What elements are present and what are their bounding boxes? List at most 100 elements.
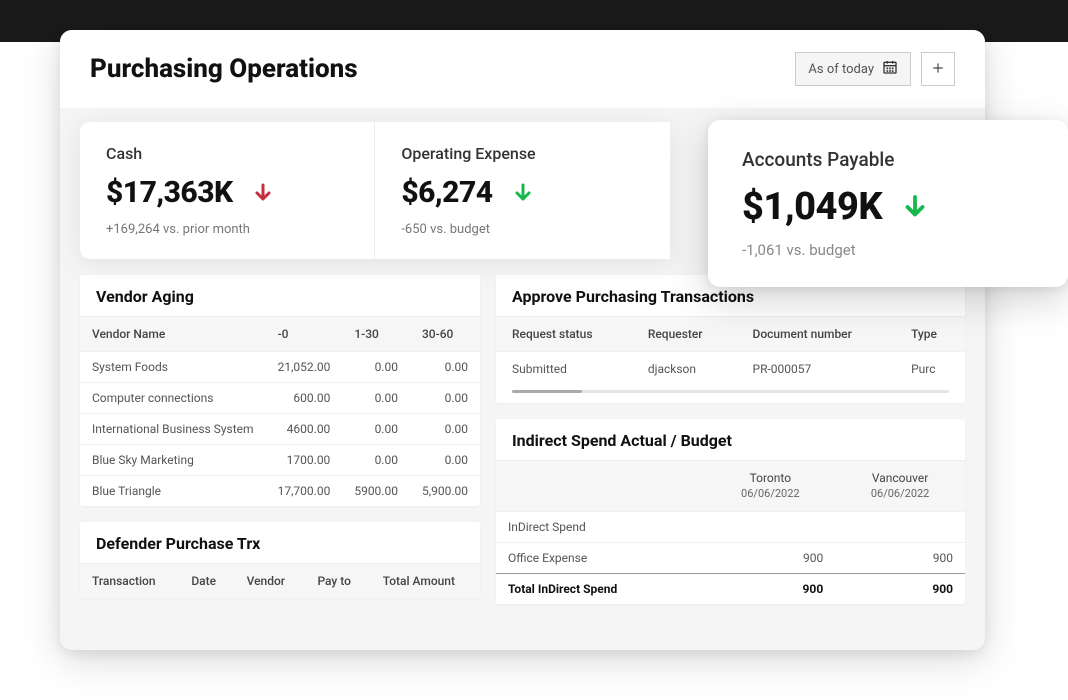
kpi-val-row: $17,363K <box>106 175 348 210</box>
cell: 1700.00 <box>266 445 343 476</box>
cell: 0.00 <box>342 445 410 476</box>
table-row[interactable]: Office Expense 900 900 <box>496 542 965 573</box>
col-header[interactable]: Date <box>179 564 234 598</box>
kpi-card-opex[interactable]: Operating Expense $6,274 -650 vs. budget <box>375 122 670 259</box>
category-label: InDirect Spend <box>496 511 705 542</box>
approve-table: Request status Requester Document number… <box>496 317 965 386</box>
cell <box>705 511 835 542</box>
col-header[interactable]: Requester <box>632 317 737 352</box>
defender-table: Transaction Date Vendor Pay to Total Amo… <box>80 564 480 598</box>
col-header[interactable]: Request status <box>496 317 632 352</box>
cell: Blue Triangle <box>80 476 266 507</box>
cell: Purc <box>895 352 965 387</box>
arrow-down-icon <box>511 181 535 205</box>
as-of-badge[interactable]: As of today <box>795 52 911 86</box>
table-header-row: Vendor Name -0 1-30 30-60 <box>80 317 480 352</box>
cell: 0.00 <box>410 352 480 383</box>
col-header[interactable]: Document number <box>737 317 896 352</box>
loc-label: Toronto <box>750 471 792 485</box>
scrollbar-thumb[interactable] <box>512 390 582 393</box>
cell: PR-000057 <box>737 352 896 387</box>
cell: 900 <box>705 542 835 573</box>
col-header[interactable]: Type <box>895 317 965 352</box>
cell: 0.00 <box>410 445 480 476</box>
cell: 0.00 <box>342 352 410 383</box>
kpi-value: $17,363K <box>106 175 233 210</box>
kpi-delta: -1,061 vs. budget <box>742 241 1034 259</box>
horizontal-scrollbar[interactable] <box>512 390 949 393</box>
cell: 4600.00 <box>266 414 343 445</box>
total-label: Total InDirect Spend <box>496 573 705 604</box>
arrow-down-icon <box>251 181 275 205</box>
col-header[interactable]: -0 <box>266 317 343 352</box>
arrow-down-icon <box>900 192 930 222</box>
cell: 5,900.00 <box>410 476 480 507</box>
col-header[interactable]: Vendor Name <box>80 317 266 352</box>
total-row: Total InDirect Spend 900 900 <box>496 573 965 604</box>
cell: International Business System <box>80 414 266 445</box>
panel-spend: Indirect Spend Actual / Budget Toronto 0… <box>496 419 965 604</box>
col-header[interactable]: Total Amount <box>371 564 480 598</box>
col-header <box>496 461 705 511</box>
panel-title: Vendor Aging <box>80 275 480 317</box>
as-of-label: As of today <box>808 62 874 77</box>
panel-title: Defender Purchase Trx <box>80 522 480 564</box>
page-title: Purchasing Operations <box>90 54 358 84</box>
table-row[interactable]: Computer connections600.000.000.00 <box>80 383 480 414</box>
cell: djackson <box>632 352 737 387</box>
cell <box>835 511 965 542</box>
cell: 0.00 <box>410 414 480 445</box>
cell: 21,052.00 <box>266 352 343 383</box>
cell: System Foods <box>80 352 266 383</box>
panel-title: Indirect Spend Actual / Budget <box>496 419 965 461</box>
date-label: 06/06/2022 <box>847 487 953 501</box>
plus-icon <box>931 59 945 80</box>
table-header-row: Request status Requester Document number… <box>496 317 965 352</box>
kpi-card-accounts-payable[interactable]: Accounts Payable $1,049K -1,061 vs. budg… <box>708 120 1068 287</box>
kpi-title: Operating Expense <box>401 144 643 163</box>
cell: 0.00 <box>342 414 410 445</box>
header-controls: As of today <box>795 52 955 86</box>
col-left: Vendor Aging Vendor Name -0 1-30 30-60 S… <box>80 275 480 604</box>
cell: 900 <box>705 573 835 604</box>
cell: 900 <box>835 573 965 604</box>
col-header[interactable]: Vendor <box>235 564 306 598</box>
table-row[interactable]: Submitted djackson PR-000057 Purc <box>496 352 965 387</box>
header: Purchasing Operations As of today <box>60 30 985 108</box>
cell: Submitted <box>496 352 632 387</box>
table-header-row: Transaction Date Vendor Pay to Total Amo… <box>80 564 480 598</box>
kpi-delta: +169,264 vs. prior month <box>106 222 348 237</box>
kpi-value: $1,049K <box>742 185 882 229</box>
cell: 17,700.00 <box>266 476 343 507</box>
add-button[interactable] <box>921 52 955 86</box>
kpi-card-cash[interactable]: Cash $17,363K +169,264 vs. prior month <box>80 122 375 259</box>
loc-label: Vancouver <box>872 471 928 485</box>
col-header[interactable]: Transaction <box>80 564 179 598</box>
cell: Computer connections <box>80 383 266 414</box>
vendor-aging-table: Vendor Name -0 1-30 30-60 System Foods21… <box>80 317 480 506</box>
table-header-row: Toronto 06/06/2022 Vancouver 06/06/2022 <box>496 461 965 511</box>
col-header-toronto[interactable]: Toronto 06/06/2022 <box>705 461 835 511</box>
cell: Blue Sky Marketing <box>80 445 266 476</box>
cell: 600.00 <box>266 383 343 414</box>
table-row[interactable]: System Foods21,052.000.000.00 <box>80 352 480 383</box>
panels: Vendor Aging Vendor Name -0 1-30 30-60 S… <box>60 259 985 620</box>
col-header[interactable]: 1-30 <box>342 317 410 352</box>
kpi-title: Cash <box>106 144 348 163</box>
col-header[interactable]: 30-60 <box>410 317 480 352</box>
cell: 5900.00 <box>342 476 410 507</box>
table-row[interactable]: International Business System4600.000.00… <box>80 414 480 445</box>
panel-approve: Approve Purchasing Transactions Request … <box>496 275 965 403</box>
kpi-delta: -650 vs. budget <box>401 222 643 237</box>
col-header-vancouver[interactable]: Vancouver 06/06/2022 <box>835 461 965 511</box>
col-header[interactable]: Pay to <box>305 564 370 598</box>
cell: 0.00 <box>342 383 410 414</box>
table-row[interactable]: Blue Triangle17,700.005900.005,900.00 <box>80 476 480 507</box>
row-label: Office Expense <box>496 542 705 573</box>
col-right: Approve Purchasing Transactions Request … <box>496 275 965 604</box>
date-label: 06/06/2022 <box>717 487 823 501</box>
kpi-val-row: $6,274 <box>401 175 643 210</box>
table-row[interactable]: Blue Sky Marketing1700.000.000.00 <box>80 445 480 476</box>
spend-table: Toronto 06/06/2022 Vancouver 06/06/2022 … <box>496 461 965 604</box>
cell: 0.00 <box>410 383 480 414</box>
